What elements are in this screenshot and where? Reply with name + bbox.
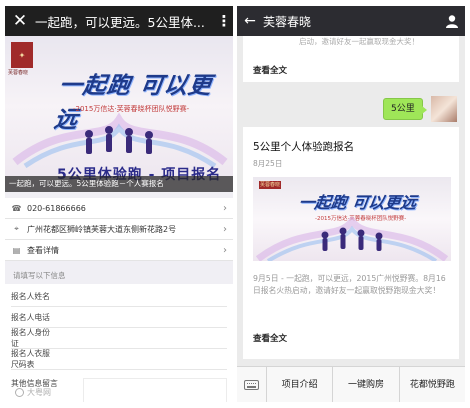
form-header: 请填写以下信息 — [13, 271, 66, 280]
contact-info-list: ☎ 020-61866666 › ⌖ 广州花都区狮岭镇芙蓉大道东侧新花路2号 ›… — [5, 198, 233, 261]
message-textarea[interactable] — [83, 378, 227, 402]
phone-number: 020-61866666 — [27, 203, 86, 213]
address-text: 广州花都区狮岭镇芙蓉大道东侧新花路2号 — [27, 224, 177, 234]
chat-title: 芙蓉春晓 — [263, 14, 312, 29]
details-text: 查看详情 — [27, 245, 59, 255]
more-vertical-icon[interactable]: ⋮ — [215, 12, 233, 30]
close-icon[interactable]: ✕ — [5, 11, 35, 31]
article-date: 8月25日 — [253, 159, 283, 168]
id-card-input[interactable] — [50, 330, 227, 346]
name-input[interactable] — [50, 288, 227, 304]
phone-field-row: 报名人电话 — [11, 307, 227, 328]
article-cover-image: 芙蓉春晓 一起跑 可以更远 -2015万信达·芙蓉春晓杯团队悦野赛- — [253, 177, 451, 261]
address-row[interactable]: ⌖ 广州花都区狮岭镇芙蓉大道东侧新花路2号 › — [5, 219, 233, 240]
article-card[interactable]: 5公里个人体验跑报名 8月25日 芙蓉春晓 一起跑 可以更远 -2015万信达·… — [243, 127, 459, 359]
bottom-menu-bar: 项目介绍 一键购房 花都悦野跑 — [237, 366, 465, 402]
screenshot-root: ✕ 一起跑，可以更远。5公里体... ⋮ ✦ 芙蓉春晓 一起跑 可以更远 -20… — [0, 0, 470, 408]
name-label: 报名人姓名 — [11, 291, 50, 301]
back-arrow-icon[interactable]: ← — [237, 13, 263, 29]
keyboard-icon — [244, 379, 259, 390]
brand-logo: 芙蓉春晓 — [259, 181, 281, 189]
watermark: 大粤网 — [15, 387, 51, 398]
chevron-right-icon: › — [223, 244, 227, 256]
watermark-text: 大粤网 — [27, 388, 51, 397]
details-icon: ▤ — [12, 245, 21, 255]
chevron-right-icon: › — [223, 223, 227, 235]
cover-slogan: 一起跑 可以更远 — [297, 193, 418, 212]
id-card-field-row: 报名人身份证 — [11, 328, 227, 349]
location-icon: ⌖ — [14, 224, 19, 233]
phone-icon: ☎ — [11, 203, 22, 213]
phone-input[interactable] — [50, 309, 227, 325]
menu-buy-house[interactable]: 一键购房 — [333, 367, 400, 402]
event-banner: ✦ 芙蓉春晓 一起跑 可以更远 -2015万信达·芙蓉春晓杯团队悦野赛- 5公里… — [5, 36, 233, 192]
previous-article-snippet: 启动，邀请好友一起赢取现金大奖！ — [299, 37, 419, 46]
brand-logo-text: 芙蓉春晓 — [8, 70, 29, 76]
sent-message: 5公里 — [383, 96, 457, 122]
shirt-size-label: 报名人衣服尺码表 — [11, 349, 50, 369]
runners-illustration — [12, 112, 228, 168]
article-description: 9月5日 - 一起跑，可以更远，2015广州悦野赛。8月16日报名火热启动，邀请… — [253, 274, 446, 295]
right-phone-screen: ← 芙蓉春晓 启动，邀请好友一起赢取现金大奖！ 查看全文 5公里 5公里个人体验… — [237, 6, 465, 402]
registration-form: 报名人姓名 报名人电话 报名人身份证 报名人衣服尺码表 其他信息留言 — [5, 284, 233, 402]
brand-logo: ✦ — [11, 42, 33, 68]
menu-huadu-run[interactable]: 花都悦野跑 — [400, 367, 465, 402]
keyboard-toggle[interactable] — [237, 367, 267, 402]
cover-runners-illustration — [255, 217, 449, 261]
left-phone-screen: ✕ 一起跑，可以更远。5公里体... ⋮ ✦ 芙蓉春晓 一起跑 可以更远 -20… — [5, 6, 233, 402]
chat-top-bar: ← 芙蓉春晓 — [237, 6, 465, 36]
menu-project-intro[interactable]: 项目介绍 — [267, 367, 334, 402]
details-row[interactable]: ▤ 查看详情 › — [5, 240, 233, 261]
phone-label: 报名人电话 — [11, 312, 50, 322]
avatar[interactable] — [430, 96, 457, 122]
name-field-row: 报名人姓名 — [11, 286, 227, 307]
id-card-label: 报名人身份证 — [11, 328, 50, 348]
banner-caption: 一起跑，可以更远。5公里体验跑－个人赛报名 — [5, 176, 233, 192]
message-bubble: 5公里 — [383, 98, 427, 120]
shirt-size-input[interactable] — [50, 351, 227, 367]
read-full-link[interactable]: 查看全文 — [253, 332, 287, 344]
person-icon[interactable] — [439, 14, 465, 28]
page-title: 一起跑，可以更远。5公里体... — [35, 14, 205, 30]
shirt-size-field-row: 报名人衣服尺码表 — [11, 349, 227, 370]
watermark-logo-icon — [15, 388, 24, 397]
phone-row[interactable]: ☎ 020-61866666 › — [5, 198, 233, 219]
previous-article-card[interactable]: 启动，邀请好友一起赢取现金大奖！ 查看全文 — [243, 36, 459, 82]
read-full-link[interactable]: 查看全文 — [253, 64, 287, 76]
article-title: 5公里个人体验跑报名 — [253, 141, 355, 153]
chevron-right-icon: › — [223, 202, 227, 214]
left-top-bar: ✕ 一起跑，可以更远。5公里体... ⋮ — [5, 6, 233, 36]
